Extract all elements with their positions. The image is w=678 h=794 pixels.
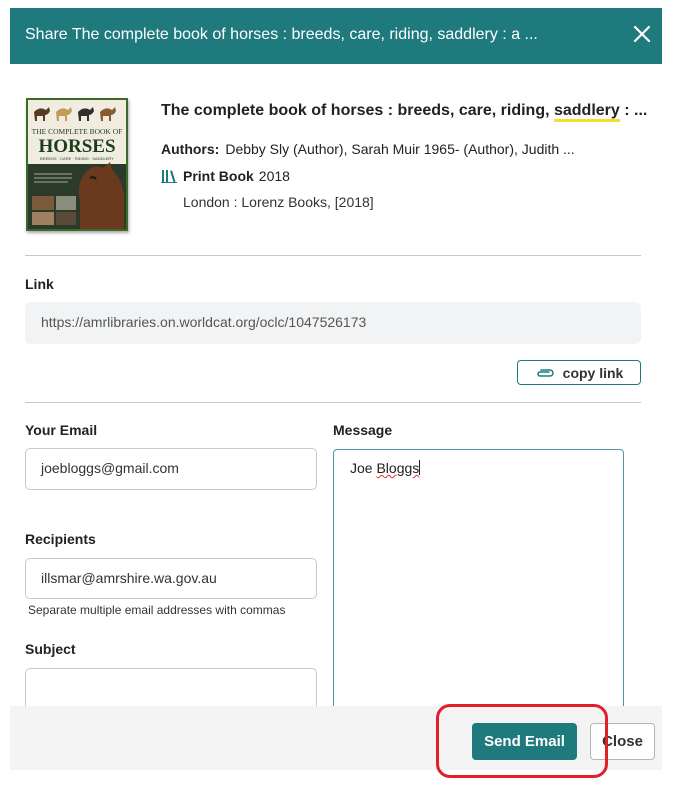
message-textarea[interactable]: Joe Bloggs	[333, 449, 624, 739]
book-title-ellipsis: : ...	[619, 102, 648, 119]
book-format-icon	[161, 170, 177, 183]
paperclip-icon	[536, 368, 554, 377]
modal-title: Share The complete book of horses : bree…	[25, 26, 538, 43]
message-label: Message	[333, 422, 393, 438]
publication-year: 2018	[258, 168, 290, 184]
book-cover-image: THE COMPLETE BOOK OF HORSES BREEDS · CAR…	[26, 98, 128, 231]
text-caret	[419, 460, 421, 475]
highlight-annotation	[436, 704, 608, 778]
cover-line2: HORSES	[38, 136, 115, 157]
format-label: Print Book	[183, 168, 254, 184]
your-email-label: Your Email	[25, 422, 98, 438]
authors-label: Authors:	[161, 141, 220, 157]
copy-link-label: copy link	[562, 364, 624, 381]
book-format: Print Book 2018	[161, 168, 290, 184]
message-text-misspelled: Bloggs	[376, 460, 420, 476]
subject-label: Subject	[25, 641, 76, 657]
copy-link-button[interactable]: copy link	[517, 360, 641, 385]
recipients-label: Recipients	[25, 531, 96, 547]
cover-line3: BREEDS · CARE · RIDING · SADDLERY	[40, 156, 114, 161]
book-authors: Authors: Debby Sly (Author), Sarah Muir 1…	[161, 141, 575, 157]
book-title-text: The complete book of horses : breeds, ca…	[161, 102, 554, 119]
modal-header: Share The complete book of horses : bree…	[10, 8, 662, 64]
cover-line1: THE COMPLETE BOOK OF	[32, 127, 123, 136]
authors-value: Debby Sly (Author), Sarah Muir 1965- (Au…	[225, 141, 575, 157]
share-modal: Share The complete book of horses : bree…	[10, 8, 662, 770]
divider	[25, 255, 641, 256]
book-title[interactable]: The complete book of horses : breeds, ca…	[161, 102, 648, 122]
recipients-input[interactable]: illsmar@amrshire.wa.gov.au	[25, 558, 317, 599]
publisher: London : Lorenz Books, [2018]	[183, 194, 374, 210]
your-email-input[interactable]: joebloggs@gmail.com	[25, 448, 317, 490]
recipients-help-text: Separate multiple email addresses with c…	[28, 603, 286, 617]
close-icon[interactable]	[630, 22, 654, 46]
link-url-field[interactable]: https://amrlibraries.on.worldcat.org/ocl…	[25, 302, 641, 344]
divider	[25, 402, 641, 403]
message-text: Joe	[350, 460, 377, 476]
link-label: Link	[25, 276, 54, 292]
book-title-highlight: saddlery	[553, 102, 620, 122]
